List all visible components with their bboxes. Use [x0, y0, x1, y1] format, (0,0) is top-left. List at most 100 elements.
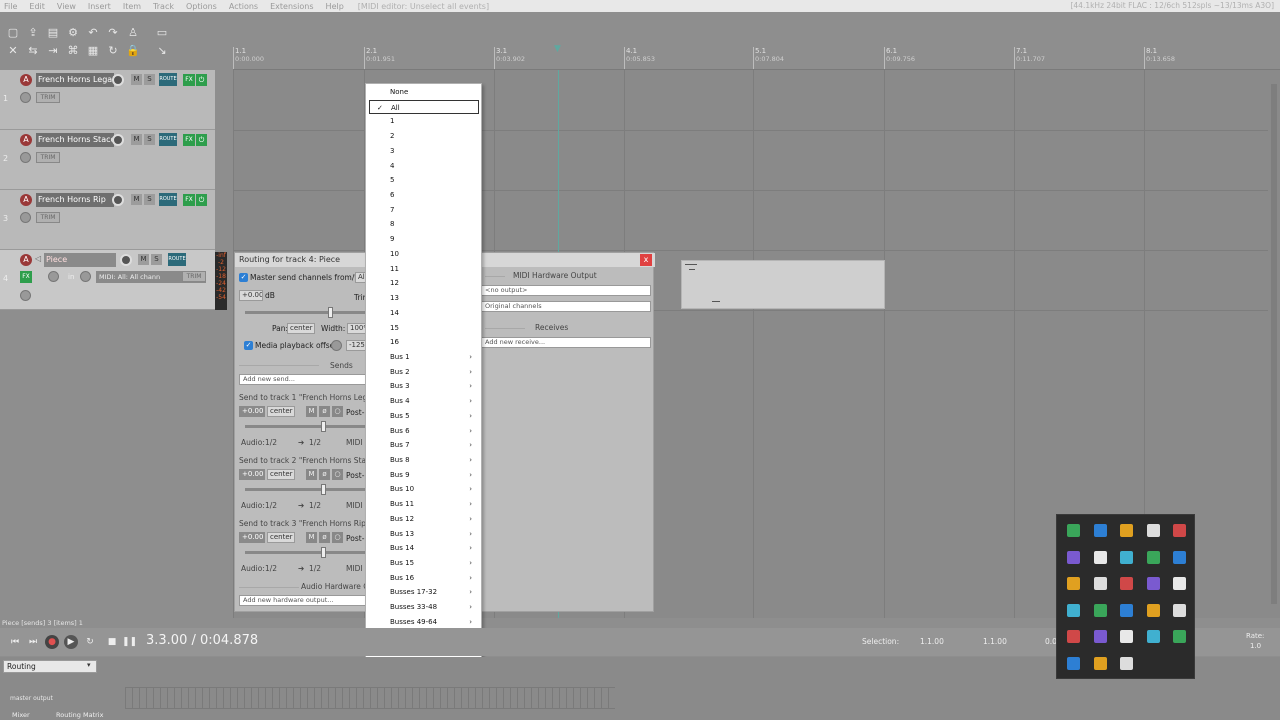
fx-button[interactable]: FX	[183, 194, 195, 206]
add-hardware-output-select[interactable]: Add new hardware output...	[239, 595, 366, 606]
send-volume-thumb[interactable]	[321, 484, 326, 495]
app-icon[interactable]	[1173, 524, 1186, 537]
channel-menu-item[interactable]: Bus 16 ›	[366, 571, 481, 586]
channel-menu-item[interactable]: 7	[366, 203, 481, 218]
loop-icon[interactable]: ↻	[106, 44, 120, 58]
vertical-scrollbar[interactable]	[1268, 70, 1280, 618]
send-volume-thumb[interactable]	[321, 421, 326, 432]
channel-menu-item[interactable]: 13	[366, 291, 481, 306]
channel-menu-item[interactable]: All ✓	[369, 99, 479, 115]
usb-icon[interactable]	[1120, 603, 1133, 617]
channel-menu-item[interactable]: Bus 13 ›	[366, 527, 481, 542]
open-project-icon[interactable]: ⇪	[26, 26, 40, 40]
send-audio-dst[interactable]: 1/2	[309, 438, 321, 447]
volume-knob[interactable]	[112, 134, 124, 146]
track-3[interactable]: 3 A French Horns Rip M S ROUTE FX ⏻ TRIM	[0, 190, 215, 250]
menu-file[interactable]: File	[0, 2, 25, 11]
sync-icon[interactable]	[1173, 630, 1186, 643]
track-name[interactable]: French Horns Staccato	[36, 133, 114, 147]
scrollbar-thumb[interactable]	[1271, 84, 1277, 604]
mute-button[interactable]: M	[131, 194, 142, 205]
volume-knob[interactable]	[112, 74, 124, 86]
channel-menu-item[interactable]: Busses 17-32 ›	[366, 585, 481, 600]
mail-icon[interactable]	[1173, 550, 1186, 564]
track-name[interactable]: French Horns Rip	[36, 193, 114, 207]
send-mode-label[interactable]: Post-	[346, 408, 364, 417]
lock-icon[interactable]	[1120, 524, 1133, 537]
solo-button[interactable]: S	[144, 134, 155, 145]
send-volume-field[interactable]: +0.00	[239, 406, 265, 417]
send-midi-label[interactable]: MIDI	[346, 501, 363, 510]
undo-icon[interactable]: ↶	[86, 26, 100, 40]
send-midi-label[interactable]: MIDI	[346, 438, 363, 447]
envelope-icon[interactable]: ⇥	[46, 44, 60, 58]
send-phase-icon[interactable]: ø	[319, 532, 330, 543]
menu-item[interactable]: Item	[119, 2, 149, 11]
send-pan-field[interactable]: center	[267, 532, 295, 543]
monitor-icon[interactable]	[1146, 524, 1160, 537]
pan-knob[interactable]	[20, 152, 31, 163]
timeline-ruler[interactable]: 1.1 0:00.000 2.1 0:01.951 3.1 0:03.902 4.1 0…	[232, 44, 1280, 70]
fx-button[interactable]: FX	[20, 271, 32, 283]
edit-cursor-marker[interactable]: ▼	[554, 44, 561, 54]
channel-menu-item[interactable]: 14	[366, 306, 481, 321]
channel-menu-item[interactable]: Bus 11 ›	[366, 497, 481, 512]
channel-menu-item[interactable]: None	[366, 85, 481, 100]
width-field[interactable]: 100%	[347, 323, 367, 334]
fx-button[interactable]: FX	[183, 74, 195, 86]
clock-icon[interactable]	[1146, 630, 1160, 643]
record-arm-button[interactable]: A	[20, 194, 32, 206]
selection-end[interactable]: 1.1.00	[983, 637, 1007, 646]
ripple-off-icon[interactable]: ✕	[6, 44, 20, 58]
solo-button[interactable]: S	[144, 194, 155, 205]
channel-menu-item[interactable]: Bus 10 ›	[366, 482, 481, 497]
track-name[interactable]: Piece	[44, 253, 116, 267]
channel-menu-item[interactable]: Bus 9 ›	[366, 468, 481, 483]
send-audio-src[interactable]: 1/2	[265, 438, 277, 447]
route-button[interactable]: ROUTE	[159, 193, 177, 206]
grid-icon[interactable]: ▦	[86, 44, 100, 58]
globe-icon[interactable]	[1093, 656, 1107, 670]
solo-button[interactable]: S	[151, 254, 162, 265]
send-volume-field[interactable]: +0.00	[239, 469, 265, 480]
window-icon[interactable]: ▭	[155, 26, 169, 40]
item-grouping-icon[interactable]: ⌘	[66, 44, 80, 58]
send-audio-src[interactable]: 1/2	[265, 501, 277, 510]
channel-menu-item[interactable]: Bus 2 ›	[366, 365, 481, 380]
trim-button[interactable]: TRIM	[36, 212, 60, 223]
send-mono-icon[interactable]: ○	[332, 406, 343, 417]
chevron-down-icon[interactable]: ▾	[87, 661, 91, 669]
channel-menu-item[interactable]: 16	[366, 335, 481, 350]
channel-menu-item[interactable]: Bus 7 ›	[366, 438, 481, 453]
send-icon[interactable]	[1093, 550, 1107, 564]
route-button[interactable]: ROUTE	[159, 133, 177, 146]
go-to-end-icon[interactable]: ⏭	[26, 635, 40, 649]
send-phase-icon[interactable]: ø	[319, 469, 330, 480]
close-button[interactable]: x	[640, 254, 652, 266]
send-audio-dst[interactable]: 1/2	[309, 501, 321, 510]
send-mute-button[interactable]: M	[306, 469, 317, 480]
menu-actions[interactable]: Actions	[225, 2, 266, 11]
channel-menu-item[interactable]: Bus 5 ›	[366, 409, 481, 424]
send-mode-label[interactable]: Post-	[346, 471, 364, 480]
coin-icon[interactable]	[1120, 656, 1133, 670]
channel-menu-item[interactable]: Bus 14 ›	[366, 541, 481, 556]
new-project-icon[interactable]: ▢	[6, 26, 20, 40]
play-button[interactable]: ▶	[64, 635, 78, 649]
audio-device-status[interactable]: [44.1kHz 24bit FLAC : 12/6ch 512spls ~13…	[1070, 1, 1274, 10]
pan-knob[interactable]	[20, 92, 31, 103]
repeat-icon[interactable]: ↻	[83, 635, 97, 649]
routing-matrix-grid[interactable]	[125, 687, 615, 709]
tab-mixer[interactable]: Mixer	[12, 711, 30, 719]
menu-extensions[interactable]: Extensions	[266, 2, 321, 11]
channel-menu-item[interactable]: 10	[366, 247, 481, 262]
redo-icon[interactable]: ↷	[106, 26, 120, 40]
bluetooth-icon[interactable]	[1146, 603, 1160, 617]
nvidia-icon[interactable]	[1067, 524, 1080, 537]
volume-field[interactable]: +0.00	[239, 290, 263, 301]
id-icon[interactable]	[1093, 603, 1107, 617]
channel-menu-item[interactable]: 1	[366, 114, 481, 129]
channel-menu-item[interactable]: 6	[366, 188, 481, 203]
antivirus-icon[interactable]	[1093, 630, 1107, 643]
send-volume-slider[interactable]	[245, 425, 365, 428]
